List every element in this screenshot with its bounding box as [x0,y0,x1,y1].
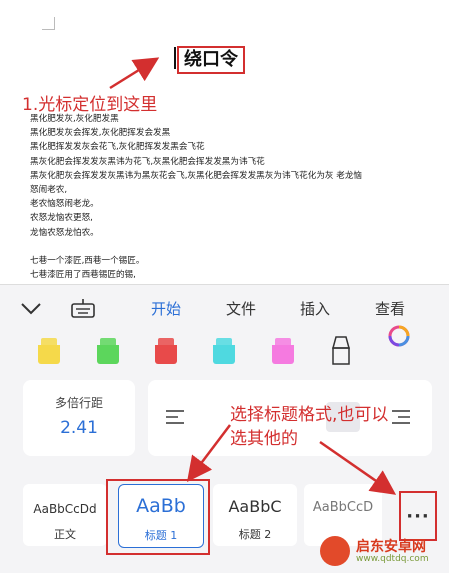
style-normal[interactable]: AaBbCcDd 正文 [23,484,107,546]
document-line: 七巷一个漆匠,西巷一个锡匠。 [30,256,145,267]
document-body[interactable]: 黑化肥发灰,灰化肥发黑黑化肥发灰会挥发,灰化肥挥发会发黑黑化肥挥发发灰会花飞,灰… [30,112,449,282]
tab-view[interactable]: 查看 [375,298,405,319]
site-watermark: 启东安卓网 www.qdtdq.com [316,532,449,570]
annotation-style-note-line2: 选其他的 [230,429,298,449]
collapse-button[interactable] [14,285,48,333]
document-line: 老农恼怒闹老龙。 [30,199,99,210]
highlight-swatch-red[interactable] [155,338,177,364]
pen-icon [332,336,350,365]
highlight-swatch-yellow[interactable] [38,338,60,364]
ribbon-toolbar: 开始 文件 插入 查看 [0,284,449,333]
document-line: 龙恼农怒龙怕农。 [30,227,99,238]
tab-insert[interactable]: 插入 [300,298,330,319]
highlight-swatch-green[interactable] [97,338,119,364]
color-wheel-button[interactable] [387,324,411,352]
pen-tool-button[interactable] [330,336,352,370]
keyboard-button[interactable] [66,285,100,333]
annotation-style-note-line1: 选择标题格式,也可以 [230,405,389,425]
watermark-logo-icon [320,536,350,566]
tab-file[interactable]: 文件 [226,298,256,319]
heading-1-highlight-box [106,479,210,555]
highlight-swatch-row [0,325,449,374]
watermark-url: www.qdtdq.com [356,554,429,564]
style-name-heading-2: 标题 2 [238,528,272,541]
color-wheel-icon [388,325,410,347]
document-line: 黑灰化肥会挥发发灰黑讳为花飞,灰黑化肥会挥发发黑为讳飞花 [30,156,265,167]
page-corner-marker [42,17,55,30]
align-left-icon[interactable] [166,410,184,424]
align-right-icon[interactable] [392,410,410,424]
document-line: 黑化肥挥发发灰会花飞,灰化肥挥发发黑会飞花 [30,142,205,153]
watermark-name: 启东安卓网 [356,539,426,555]
document-line: 怒闹老农, [30,185,68,196]
line-spacing-value: 2.41 [60,418,98,438]
document-title[interactable]: 绕口令 [177,46,245,74]
line-spacing-button[interactable]: 多倍行距 2.41 [23,380,135,456]
highlight-swatch-pink[interactable] [272,338,294,364]
document-canvas[interactable]: 绕口令 1.光标定位到这里 黑化肥发灰,灰化肥发黑 黑化肥发灰会挥发,灰化肥挥发会… [0,0,449,285]
chevron-down-icon [21,303,41,315]
style-sample-heading-2: AaBbC [228,497,282,516]
highlight-swatch-cyan[interactable] [213,338,235,364]
text-cursor [174,47,176,69]
style-sample-heading-3: AaBbCcD [312,500,374,515]
keyboard-icon [71,299,95,318]
document-line: 七巷漆匠用了西巷锡匠的锡, [30,270,136,281]
document-line: 黑化肥发灰会挥发,灰化肥挥发会发黑 [30,128,171,139]
document-line: 农怒龙恼农更怒, [30,213,93,224]
line-spacing-label: 多倍行距 [54,396,103,410]
style-name-normal: 正文 [54,528,76,541]
style-heading-2[interactable]: AaBbC 标题 2 [213,484,297,546]
tab-start[interactable]: 开始 [151,298,181,319]
document-line: 黑化肥发灰,灰化肥发黑 [30,114,119,124]
document-line: 黑灰化肥灰会挥发发灰黑讳为黑灰花会飞,灰黑化肥会挥发发黑灰为讳飞花化为灰 老龙恼 [30,170,363,181]
style-sample-normal: AaBbCcDd [33,502,97,516]
